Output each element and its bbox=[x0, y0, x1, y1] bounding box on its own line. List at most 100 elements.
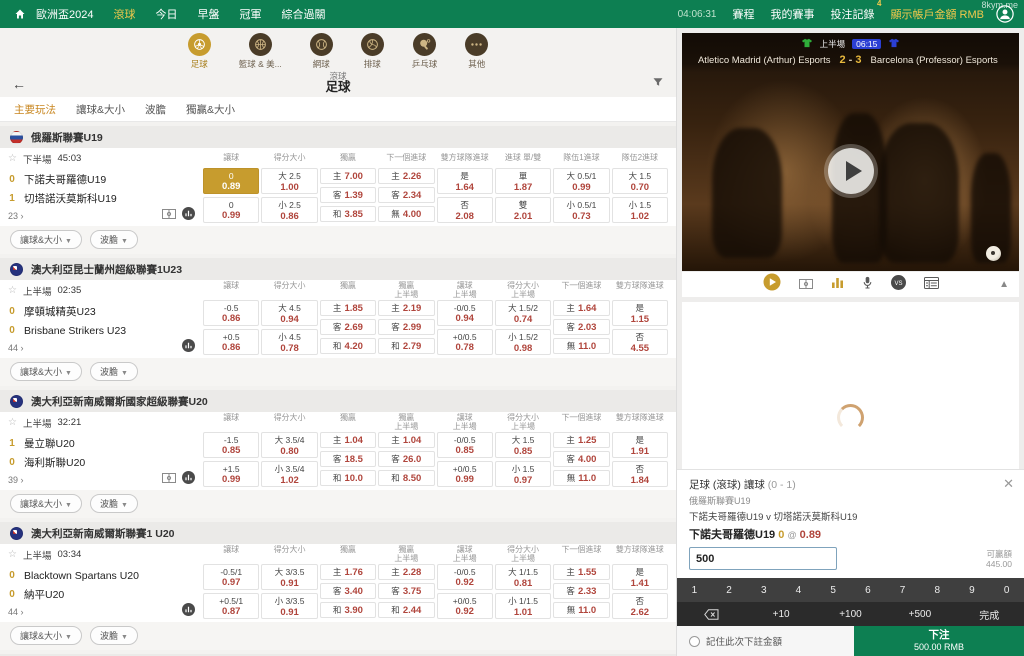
odds-cell[interactable]: 客 4.00 bbox=[553, 451, 610, 467]
odds-cell[interactable]: -0/0.5 0.92 bbox=[436, 564, 493, 590]
more-markets-link[interactable]: 44 › bbox=[8, 343, 203, 353]
sport-tab[interactable]: 排球 bbox=[360, 33, 384, 69]
keypad-digit[interactable]: 4 bbox=[781, 578, 816, 602]
odds-cell[interactable]: 大 0.5/1 0.99 bbox=[553, 168, 610, 194]
collapse-chevron-icon[interactable]: ▲ bbox=[999, 279, 1009, 290]
odds-cell[interactable]: 大 1.5/2 0.74 bbox=[494, 300, 552, 326]
keypad-digit[interactable]: 7 bbox=[885, 578, 920, 602]
pitch-icon[interactable] bbox=[798, 276, 813, 294]
nav-item[interactable]: 早盤 bbox=[197, 6, 219, 22]
market-filter-dropdown[interactable]: 讓球&大小 ▼ bbox=[10, 362, 82, 381]
odds-cell[interactable]: 客 2.69 bbox=[319, 319, 377, 335]
favorite-star-icon[interactable]: ☆ bbox=[8, 153, 17, 164]
sport-tab[interactable]: 籃球 & 美... bbox=[239, 33, 282, 69]
odds-cell[interactable]: 小 3.5/4 1.02 bbox=[261, 461, 318, 487]
sport-tab[interactable]: 網球 bbox=[309, 33, 333, 69]
stats-circle-icon[interactable] bbox=[182, 603, 195, 616]
odds-cell[interactable]: 和 4.20 bbox=[319, 338, 377, 354]
league-header[interactable]: 俄羅斯聯賽U19 bbox=[0, 126, 676, 148]
odds-cell[interactable]: -0.5/1 0.97 bbox=[203, 564, 260, 590]
odds-cell[interactable]: 雙 2.01 bbox=[494, 197, 552, 223]
keypad-digit[interactable]: 6 bbox=[851, 578, 886, 602]
odds-cell[interactable]: 和 2.79 bbox=[378, 338, 435, 354]
radio-icon[interactable] bbox=[689, 635, 700, 647]
odds-cell[interactable]: 大 1.5 0.85 bbox=[494, 432, 552, 458]
keypad-increment-key[interactable]: +500 bbox=[885, 602, 954, 626]
team-row[interactable]: 0 Brisbane Strikers U23 bbox=[8, 321, 203, 340]
nav-item[interactable]: 冠軍 bbox=[239, 6, 261, 22]
nav-item[interactable]: 滾球 bbox=[113, 6, 135, 22]
odds-cell[interactable]: +0.5 0.86 bbox=[203, 329, 260, 355]
odds-cell[interactable]: 和 10.0 bbox=[319, 470, 377, 486]
place-bet-button[interactable]: 下注 500.00 RMB bbox=[854, 626, 1024, 656]
team-row[interactable]: 0 下諾夫哥羅德U19 bbox=[8, 170, 203, 189]
market-filter-dropdown[interactable]: 波膽 ▼ bbox=[89, 626, 138, 645]
odds-cell[interactable]: 主 1.04 bbox=[378, 432, 435, 448]
odds-cell[interactable]: 客 2.33 bbox=[553, 583, 610, 599]
odds-cell[interactable]: 客 26.0 bbox=[378, 451, 435, 467]
odds-cell[interactable]: 是 1.41 bbox=[611, 564, 668, 590]
odds-cell[interactable]: 和 3.85 bbox=[319, 206, 377, 222]
market-filter-dropdown[interactable]: 讓球&大小 ▼ bbox=[10, 230, 82, 249]
nav-right-item[interactable]: 投注記錄 4 bbox=[831, 0, 882, 22]
odds-cell[interactable]: 主 1.85 bbox=[319, 300, 377, 316]
team-row[interactable]: 0 Blacktown Spartans U20 bbox=[8, 566, 203, 585]
odds-cell[interactable]: 0 0.99 bbox=[203, 197, 260, 223]
nav-right-item[interactable]: 賽程 bbox=[733, 6, 755, 22]
keypad-digit[interactable]: 9 bbox=[955, 578, 990, 602]
team-row[interactable]: 1 曼立聯U20 bbox=[8, 434, 203, 453]
back-arrow-icon[interactable]: ← bbox=[12, 76, 32, 92]
odds-cell[interactable]: 否 2.62 bbox=[611, 593, 668, 619]
odds-cell[interactable]: 主 1.55 bbox=[553, 564, 610, 580]
odds-cell[interactable]: 主 2.19 bbox=[378, 300, 435, 316]
odds-cell[interactable]: 是 1.91 bbox=[611, 432, 668, 458]
league-header[interactable]: 澳大利亞昆士蘭州超級聯賽1U23 bbox=[0, 258, 676, 280]
odds-cell[interactable]: -0.5 0.86 bbox=[203, 300, 260, 326]
more-markets-link[interactable]: 44 › bbox=[8, 607, 203, 617]
keypad-digit[interactable]: 5 bbox=[816, 578, 851, 602]
pitch-icon[interactable] bbox=[162, 208, 176, 219]
odds-cell[interactable]: +1.5 0.99 bbox=[203, 461, 260, 487]
odds-cell[interactable]: 客 1.39 bbox=[319, 187, 377, 203]
odds-cell[interactable]: 客 18.5 bbox=[319, 451, 377, 467]
odds-cell[interactable]: 無 4.00 bbox=[378, 206, 435, 222]
odds-cell[interactable]: 否 4.55 bbox=[611, 329, 668, 355]
odds-cell[interactable]: 和 8.50 bbox=[378, 470, 435, 486]
odds-cell[interactable]: -0/0.5 0.94 bbox=[436, 300, 493, 326]
stake-input[interactable] bbox=[689, 547, 837, 570]
odds-cell[interactable]: 小 0.5/1 0.73 bbox=[553, 197, 610, 223]
odds-cell[interactable]: 大 1/1.5 0.81 bbox=[494, 564, 552, 590]
odds-cell[interactable]: 小 1/1.5 1.01 bbox=[494, 593, 552, 619]
odds-cell[interactable]: 大 3/3.5 0.91 bbox=[261, 564, 318, 590]
mic-icon[interactable] bbox=[862, 276, 873, 294]
keypad-increment-key[interactable]: +10 bbox=[746, 602, 815, 626]
odds-cell[interactable]: 主 1.25 bbox=[553, 432, 610, 448]
show-balance-toggle[interactable]: 顯示帳戶金額 RMB bbox=[891, 6, 985, 22]
odds-cell[interactable]: 主 2.26 bbox=[378, 168, 435, 184]
filter-icon[interactable] bbox=[644, 75, 664, 93]
odds-cell[interactable]: -1.5 0.85 bbox=[203, 432, 260, 458]
market-tab[interactable]: 波膽 bbox=[145, 102, 166, 117]
odds-cell[interactable]: 和 3.90 bbox=[319, 602, 377, 618]
odds-cell[interactable]: 小 1.5 0.97 bbox=[494, 461, 552, 487]
keypad-increment-key[interactable]: +100 bbox=[816, 602, 885, 626]
stats-circle-icon[interactable] bbox=[182, 339, 195, 352]
team-row[interactable]: 1 切塔諾沃莫斯科U19 bbox=[8, 189, 203, 208]
keypad-digit[interactable]: 8 bbox=[920, 578, 955, 602]
odds-cell[interactable]: 否 2.08 bbox=[436, 197, 493, 223]
keypad-digit[interactable]: 0 bbox=[989, 578, 1024, 602]
close-icon[interactable]: ✕ bbox=[1003, 476, 1014, 492]
odds-cell[interactable]: 否 1.84 bbox=[611, 461, 668, 487]
team-row[interactable]: 0 納平U20 bbox=[8, 585, 203, 604]
market-filter-dropdown[interactable]: 波膽 ▼ bbox=[89, 494, 138, 513]
odds-cell[interactable]: -0/0.5 0.85 bbox=[436, 432, 493, 458]
odds-cell[interactable]: 是 1.15 bbox=[611, 300, 668, 326]
pitch-icon[interactable] bbox=[162, 472, 176, 483]
nav-right-item[interactable]: 我的賽事 bbox=[771, 6, 815, 22]
odds-cell[interactable]: 大 1.5 0.70 bbox=[611, 168, 668, 194]
market-filter-dropdown[interactable]: 讓球&大小 ▼ bbox=[10, 494, 82, 513]
market-tab[interactable]: 讓球&大小 bbox=[76, 102, 125, 117]
odds-cell[interactable]: 小 3/3.5 0.91 bbox=[261, 593, 318, 619]
stats-icon[interactable] bbox=[923, 276, 939, 294]
favorite-star-icon[interactable]: ☆ bbox=[8, 285, 17, 296]
